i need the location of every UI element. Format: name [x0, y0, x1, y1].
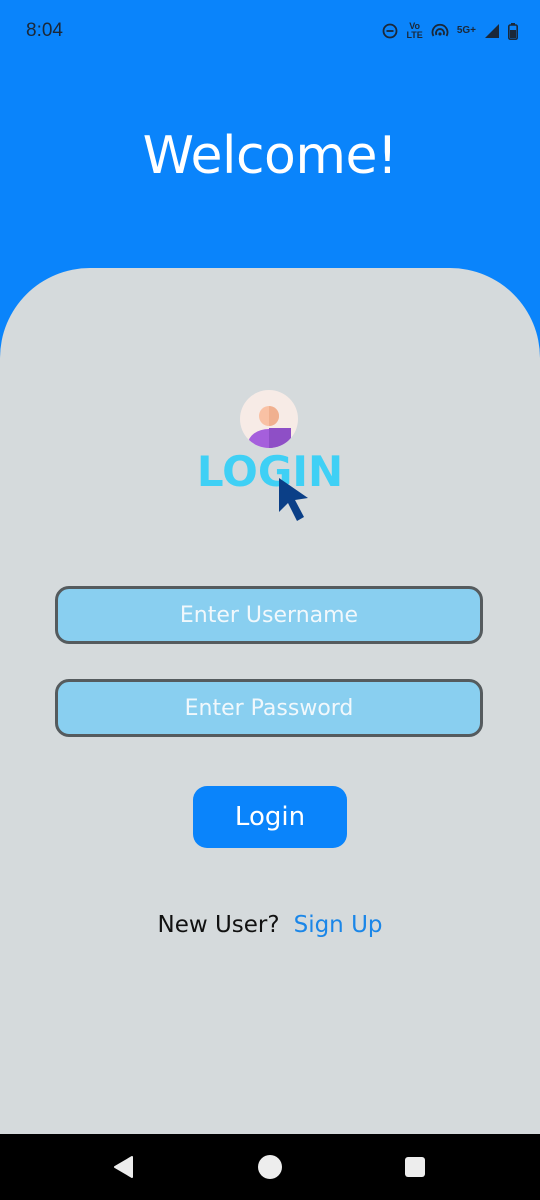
- signal-icon: [485, 24, 499, 38]
- login-button[interactable]: Login: [193, 786, 347, 848]
- username-field-container: [55, 586, 483, 644]
- login-logo: LOGIN: [200, 390, 340, 521]
- status-time: 8:04: [26, 20, 63, 41]
- do-not-disturb-icon: [383, 23, 398, 39]
- username-input[interactable]: [58, 588, 480, 642]
- recent-apps-icon[interactable]: [402, 1154, 428, 1180]
- network-type-label: 5G+: [456, 25, 476, 36]
- battery-icon: [508, 22, 518, 40]
- volte-icon: Vo LTE: [406, 22, 422, 40]
- back-icon[interactable]: [111, 1154, 137, 1180]
- navigation-bar: [0, 1134, 540, 1200]
- hotspot-icon: [431, 23, 449, 37]
- password-input[interactable]: [58, 681, 480, 735]
- home-icon[interactable]: [257, 1154, 283, 1180]
- password-field-container: [55, 679, 483, 737]
- status-icons: Vo LTE 5G+: [382, 18, 518, 44]
- logo-text: LOGIN: [200, 447, 340, 496]
- signup-link[interactable]: Sign Up: [294, 912, 383, 938]
- page-title: Welcome!: [142, 126, 398, 186]
- new-user-label: New User?: [157, 912, 280, 938]
- status-bar: 8:04 Vo LTE 5G+: [0, 0, 540, 64]
- signup-row: New User? Sign Up: [0, 912, 540, 938]
- volte-bottom-label: LTE: [406, 30, 423, 40]
